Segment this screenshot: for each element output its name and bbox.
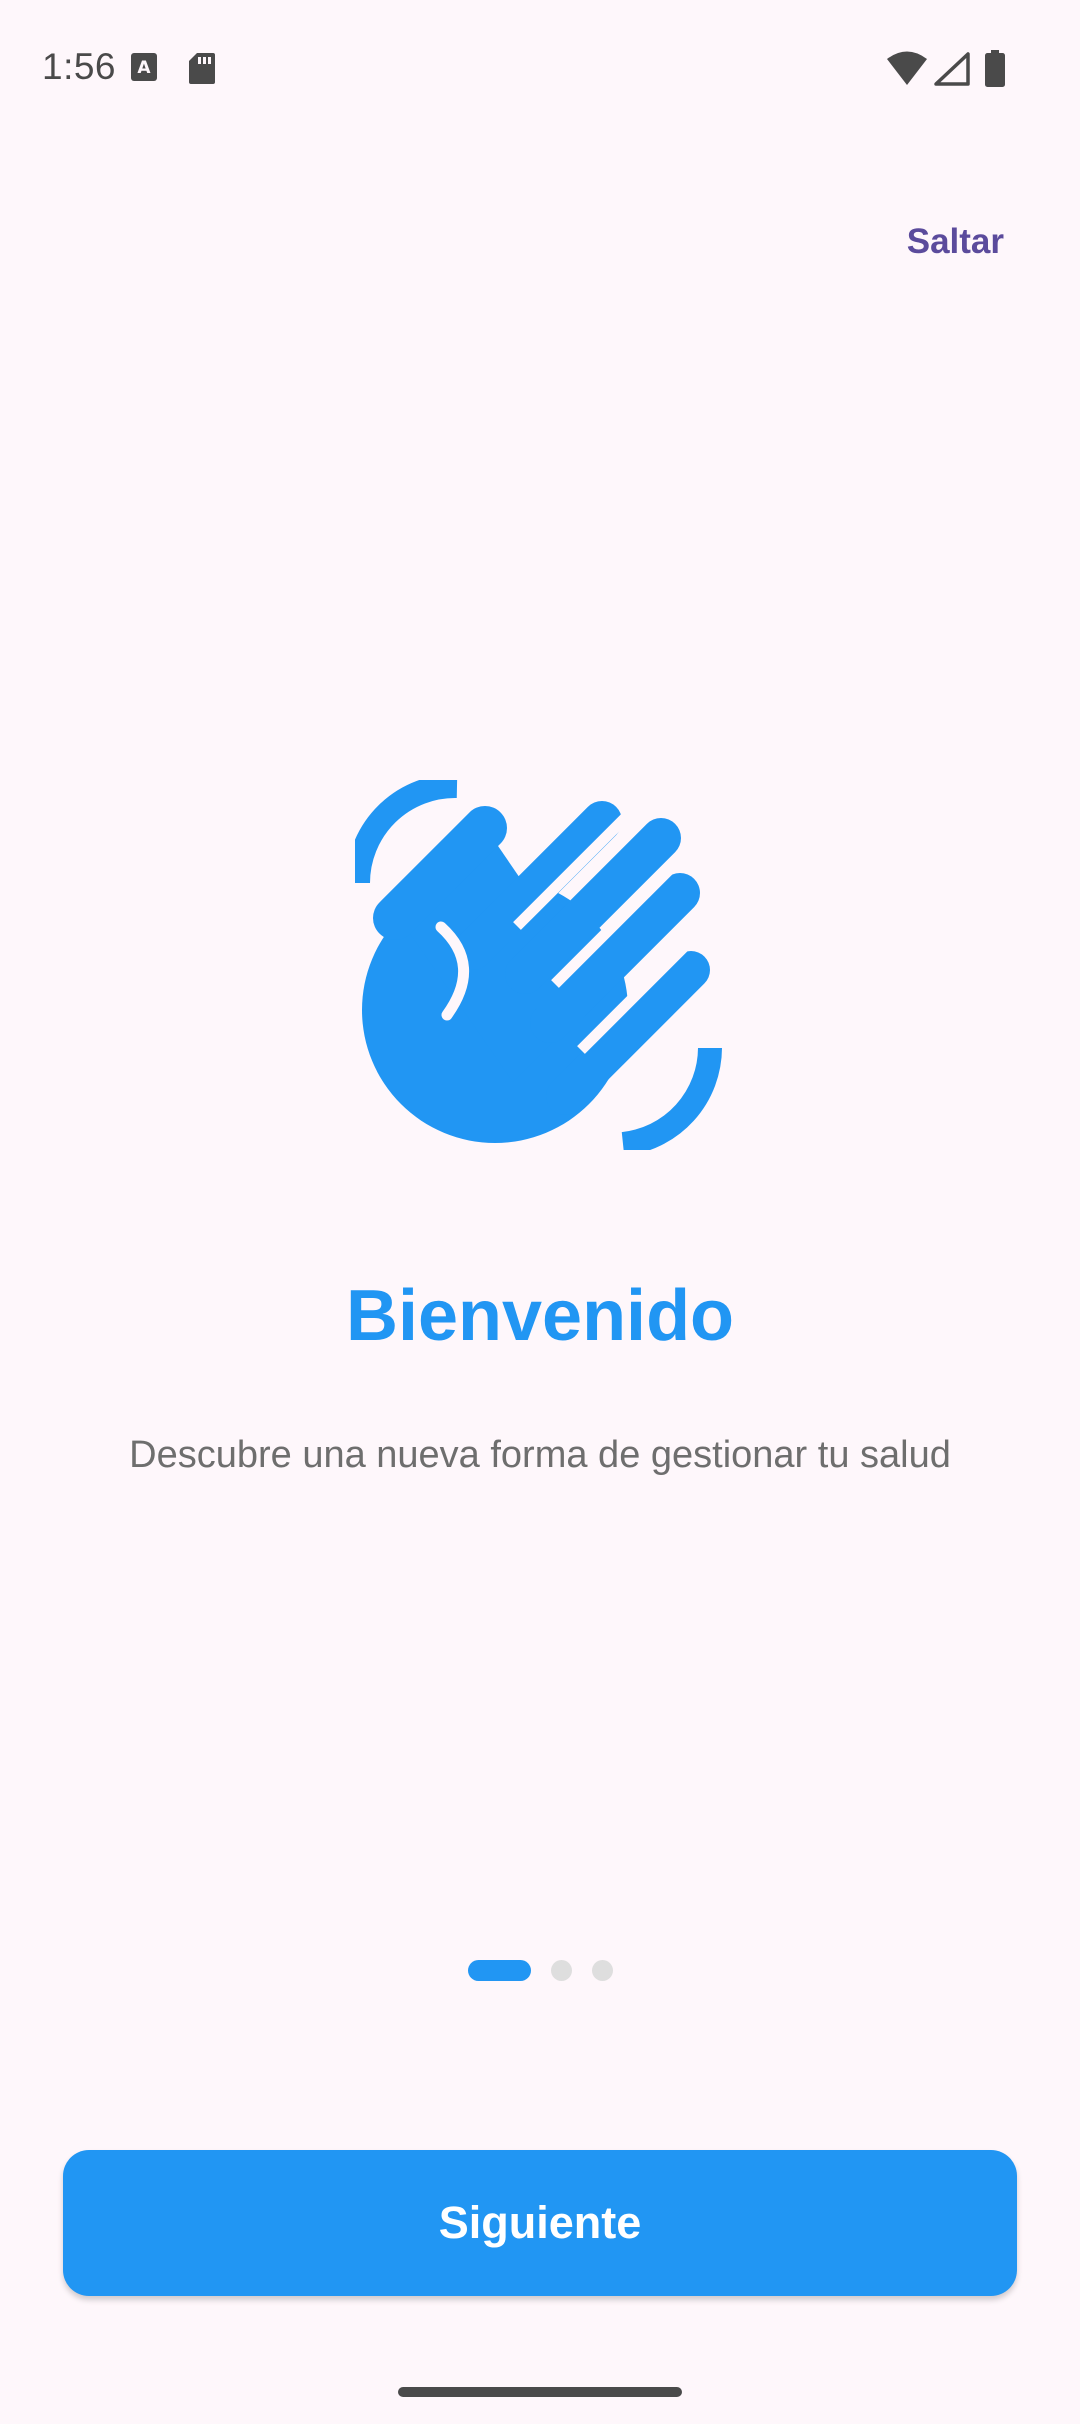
status-time: 1:56 bbox=[42, 46, 117, 87]
skip-button[interactable]: Saltar bbox=[907, 222, 1004, 262]
next-button[interactable]: Siguiente bbox=[63, 2150, 1017, 2296]
next-button-label: Siguiente bbox=[438, 2197, 642, 2248]
waving-hand-icon bbox=[355, 780, 722, 1150]
keyboard-a-icon: A bbox=[131, 53, 157, 81]
page-title: Bienvenido bbox=[345, 1276, 735, 1356]
page-dot bbox=[591, 1960, 613, 1981]
status-bar: 1:56 A bbox=[0, 0, 1080, 140]
wifi-icon bbox=[887, 51, 927, 85]
sd-card-icon bbox=[189, 53, 215, 84]
page-dot-active bbox=[467, 1960, 531, 1981]
home-indicator[interactable] bbox=[398, 2387, 682, 2397]
signal-icon bbox=[934, 52, 970, 86]
battery-icon bbox=[985, 50, 1005, 87]
page-subtitle: Descubre una nueva forma de gestionar tu… bbox=[129, 1434, 951, 1476]
page-indicator bbox=[0, 1960, 1080, 1981]
page-dot bbox=[550, 1960, 572, 1981]
